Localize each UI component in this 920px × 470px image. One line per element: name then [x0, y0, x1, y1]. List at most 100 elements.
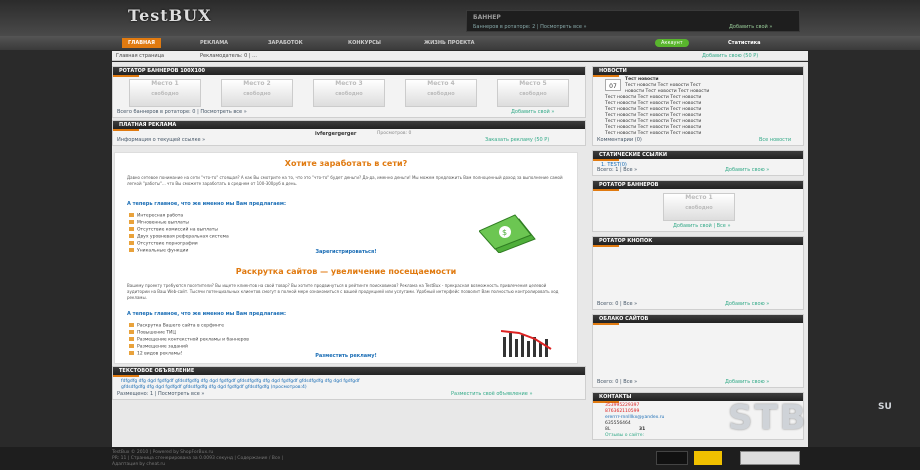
- promo-question: А теперь главное, что же именно мы Вам п…: [127, 311, 286, 317]
- contact-item: 8L: [605, 427, 611, 432]
- news-text: Тест новости Тест новости Тест новости: [605, 107, 702, 112]
- all-news-link[interactable]: Все новости: [759, 137, 791, 143]
- footer-copyright: TestBux © 2010 | Powered by ShopForBux.r…: [112, 450, 214, 455]
- top-bar: TestBUX БАННЕР Баннеров в ротаторе: 2 | …: [0, 0, 920, 36]
- news-text: новости Тест новости Тест новости: [625, 89, 710, 94]
- list-item: Размещение заданий: [129, 344, 188, 350]
- rotator-slot[interactable]: Место 4 свободно: [405, 79, 477, 107]
- counter-badge[interactable]: [694, 451, 722, 465]
- cloud-count-link[interactable]: Всего: 0 | Все »: [597, 379, 637, 385]
- nav-ads[interactable]: РЕКЛАМА: [200, 38, 228, 48]
- banner-add-link[interactable]: Добавить свой »: [729, 24, 772, 30]
- register-link[interactable]: Зарегистрироваться!: [115, 249, 577, 255]
- news-comments-link[interactable]: Комментарии (0): [597, 137, 642, 143]
- add-link[interactable]: Добавить свою (50 Р): [702, 53, 758, 59]
- news-text: Тест новости Тест новости Тест новости: [605, 95, 702, 100]
- earn-heading: Хотите заработать в сети?: [284, 159, 408, 168]
- promo-paragraph: Вашему проекту требуются посетители? Вы …: [127, 283, 559, 300]
- paid-ad-panel: ПЛАТНАЯ РЕКЛАМА ivfergergerger Просмотро…: [112, 120, 586, 146]
- banner-rotator-panel: РОТАТОР БАННЕРОВ 100Х100 Место 1 свободно…: [112, 66, 586, 118]
- nav-home[interactable]: ГЛАВНАЯ: [122, 38, 161, 48]
- news-headline[interactable]: Тест новости: [625, 77, 659, 82]
- account-button[interactable]: Аккаунт: [655, 39, 689, 47]
- breadcrumb-home[interactable]: Главная страница: [116, 53, 164, 59]
- news-text: Тест новости Тест новости Тест новости: [605, 101, 702, 106]
- rotk-title: РОТАТОР КНОПОК: [593, 237, 803, 247]
- news-panel: НОВОСТИ 07 Тест новости Тест новости Тес…: [592, 66, 804, 146]
- cloud-add-link[interactable]: Добавить свою »: [725, 379, 769, 385]
- list-item: Интересная работа: [129, 213, 183, 219]
- rotator-add-link[interactable]: Добавить свой »: [511, 109, 554, 115]
- list-item: Отсутствие порнографии: [129, 241, 198, 247]
- static-links-panel: СТАТИЧЕСКИЕ ССЫЛКИ 1. TEST(0) Всего: 1 |…: [592, 150, 804, 176]
- news-text: Тест новости Тест новости Тест новости: [605, 131, 702, 136]
- counter-badge[interactable]: [740, 451, 800, 465]
- news-text: Тест новости Тест новости Тест новости: [605, 113, 702, 118]
- list-item: Отсутствие комиссий на выплаты: [129, 227, 218, 233]
- list-item: Повышение ТИЦ: [129, 330, 176, 336]
- rotator-count-link[interactable]: Всего баннеров в ротаторе: 0 | Посмотрет…: [117, 109, 247, 115]
- contact-number: 31: [639, 427, 646, 432]
- paid-views: Просмотров: 0: [377, 131, 412, 136]
- rotator-slot[interactable]: Место 1 свободно: [129, 79, 201, 107]
- text-ad-panel: ТЕКСТОВОЕ ОБЪЯВЛЕНИЕ fdfgdfg dfg dgd fgd…: [112, 366, 586, 400]
- counter-badge[interactable]: [656, 451, 688, 465]
- rotator-slot[interactable]: Место 2 свободно: [221, 79, 293, 107]
- list-item: Мгновенные выплаты: [129, 220, 189, 226]
- banner-rotator-side: РОТАТОР БАННЕРОВ Место 1 свободно Добавит…: [592, 180, 804, 232]
- site-logo[interactable]: TestBUX: [128, 6, 212, 25]
- list-item: Раскрутка Вашего сайта в серфинге: [129, 323, 224, 329]
- watermark-logo: STB: [728, 398, 808, 438]
- breadcrumb-mid: Рекламодатель: 0 | ...: [200, 53, 257, 59]
- contact-item: 635556464: [605, 421, 631, 426]
- place-ad-link[interactable]: Разместить рекламу!: [115, 353, 577, 359]
- textad-count-link[interactable]: Размещено: 1 | Посмотреть все »: [117, 391, 204, 397]
- site-cloud-panel: ОБЛАКО САЙТОВ Всего: 0 | Все » Добавить …: [592, 314, 804, 388]
- rotator-title: РОТАТОР БАННЕРОВ 100Х100: [113, 67, 585, 77]
- news-title: НОВОСТИ: [593, 67, 803, 77]
- nav-earn[interactable]: ЗАРАБОТОК: [268, 38, 303, 48]
- textad-line[interactable]: gfdsdfgdfg dfg dgd fgdfgdf gfdsdfgdfg df…: [121, 385, 307, 390]
- contact-email[interactable]: ererrrr-rnnlllkx@yandex.ru: [605, 415, 664, 420]
- contact-item: 876362110599: [605, 409, 640, 414]
- rotk-add-link[interactable]: Добавить свою »: [725, 301, 769, 307]
- stats-link[interactable]: Статистика: [728, 38, 760, 48]
- footer-credit: Адаптация by cheat.ru: [112, 462, 166, 467]
- textad-title: ТЕКСТОВОЕ ОБЪЯВЛЕНИЕ: [113, 367, 585, 377]
- header-banner-box: БАННЕР Баннеров в ротаторе: 2 | Посмотре…: [466, 10, 800, 32]
- promo-heading: Раскрутка сайтов — увеличение посещаемос…: [235, 267, 457, 276]
- textad-line[interactable]: fdfgdfg dfg dgd fgdfgdf gfdsdfgdfg dfg d…: [121, 379, 360, 384]
- news-text: Тест новости Тест новости Тест: [625, 83, 701, 88]
- paid-ad-text[interactable]: ivfergergerger: [315, 131, 356, 137]
- footer-stats: PR: 11 | Страница сгенерирована за 0.009…: [112, 456, 284, 461]
- rotator-slot[interactable]: Место 5 свободно: [497, 79, 569, 107]
- nav-project-life[interactable]: ЖИЗНЬ ПРОЕКТА: [424, 38, 474, 48]
- news-text: Тест новости Тест новости Тест новости: [605, 125, 702, 130]
- rotb-add-link[interactable]: Добавить свой | Все »: [673, 223, 731, 229]
- main-nav: ГЛАВНАЯ РЕКЛАМА ЗАРАБОТОК КОНКУРСЫ ЖИЗНЬ…: [0, 36, 920, 50]
- list-item: Размещение контекстной рекламы и баннеро…: [129, 337, 249, 343]
- rotb-slot[interactable]: Место 1 свободно: [663, 193, 735, 221]
- news-text: Тест новости Тест новости Тест новости: [605, 119, 702, 124]
- rotk-count-link[interactable]: Всего: 0 | Все »: [597, 301, 637, 307]
- money-icon: $: [479, 214, 536, 253]
- static-add-link[interactable]: Добавить свою »: [725, 167, 769, 173]
- textad-add-link[interactable]: Разместить своё объявление »: [451, 391, 533, 397]
- rotator-slot[interactable]: Место 3 свободно: [313, 79, 385, 107]
- cloud-title: ОБЛАКО САЙТОВ: [593, 315, 803, 325]
- static-count-link[interactable]: Всего: 1 | Все »: [597, 167, 637, 173]
- watermark-suffix: SU: [878, 402, 892, 412]
- order-ad-link[interactable]: Заказать рекламу (50 Р): [485, 137, 549, 143]
- static-title: СТАТИЧЕСКИЕ ССЫЛКИ: [593, 151, 803, 161]
- paid-title: ПЛАТНАЯ РЕКЛАМА: [113, 121, 585, 131]
- earn-paragraph: Давно сетевое понимание на сети "что-то"…: [127, 175, 563, 186]
- contact-item: 353995229397: [605, 403, 640, 408]
- rotb-title: РОТАТОР БАННЕРОВ: [593, 181, 803, 191]
- nav-contests[interactable]: КОНКУРСЫ: [348, 38, 381, 48]
- earn-question: А теперь главное, что же именно мы Вам п…: [127, 201, 286, 207]
- banner-rotator-link[interactable]: Баннеров в ротаторе: 2 | Посмотреть все …: [473, 24, 587, 30]
- reviews-link[interactable]: Отзывы о сайте:: [605, 433, 644, 438]
- list-item: Двух уровневая реферальная система: [129, 234, 229, 240]
- paid-info-link[interactable]: Информация о текущей ссылке »: [117, 137, 205, 143]
- svg-text:$: $: [502, 228, 507, 237]
